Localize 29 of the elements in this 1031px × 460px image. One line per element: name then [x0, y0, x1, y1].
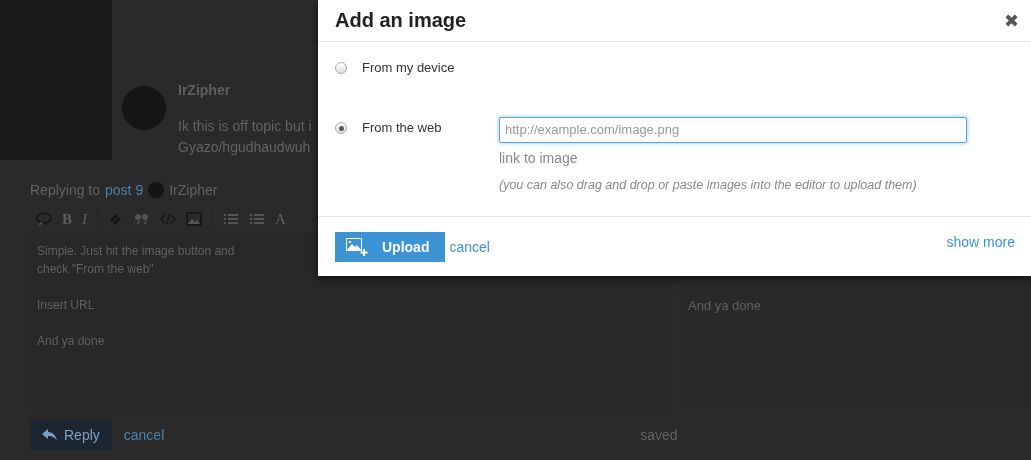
- radio-button[interactable]: [335, 122, 347, 134]
- cancel-link[interactable]: cancel: [449, 238, 490, 255]
- editor-text: Insert URL: [37, 297, 95, 314]
- replying-label: Replying to: [30, 182, 101, 198]
- quote-icon[interactable]: [134, 212, 150, 226]
- bullet-list-icon[interactable]: [249, 212, 265, 226]
- numbered-list-icon[interactable]: [223, 212, 239, 226]
- speech-bubble-icon[interactable]: [36, 212, 52, 226]
- upload-hint: (you can also drag and drop or paste images into the editor to upload them): [499, 177, 918, 192]
- radio-button[interactable]: [335, 62, 347, 74]
- upload-button[interactable]: Upload: [335, 231, 446, 262]
- save-status: saved: [640, 427, 678, 443]
- reply-user[interactable]: IrZipher: [169, 182, 218, 198]
- close-button[interactable]: ✖: [1004, 9, 1019, 32]
- add-image-icon: [346, 237, 368, 256]
- editor-text: check "From the web": [37, 261, 154, 278]
- show-more-link[interactable]: show more: [946, 233, 1015, 250]
- image-icon[interactable]: [186, 212, 202, 226]
- option-label[interactable]: From my device: [362, 60, 492, 75]
- modal-title: Add an image: [335, 9, 467, 32]
- reply-button[interactable]: Reply: [30, 420, 112, 450]
- editor-text: And ya done: [37, 333, 105, 350]
- url-input-field[interactable]: http://example.com/image.png: [499, 116, 967, 143]
- post-text: Gyazo/hgudhaudwuh: [178, 138, 312, 157]
- field-label: link to image: [499, 149, 579, 166]
- reply-arrow-icon: [42, 428, 58, 442]
- post-link[interactable]: post 9: [105, 182, 144, 198]
- option-label[interactable]: From the web: [362, 120, 492, 135]
- cancel-link[interactable]: cancel: [123, 427, 165, 443]
